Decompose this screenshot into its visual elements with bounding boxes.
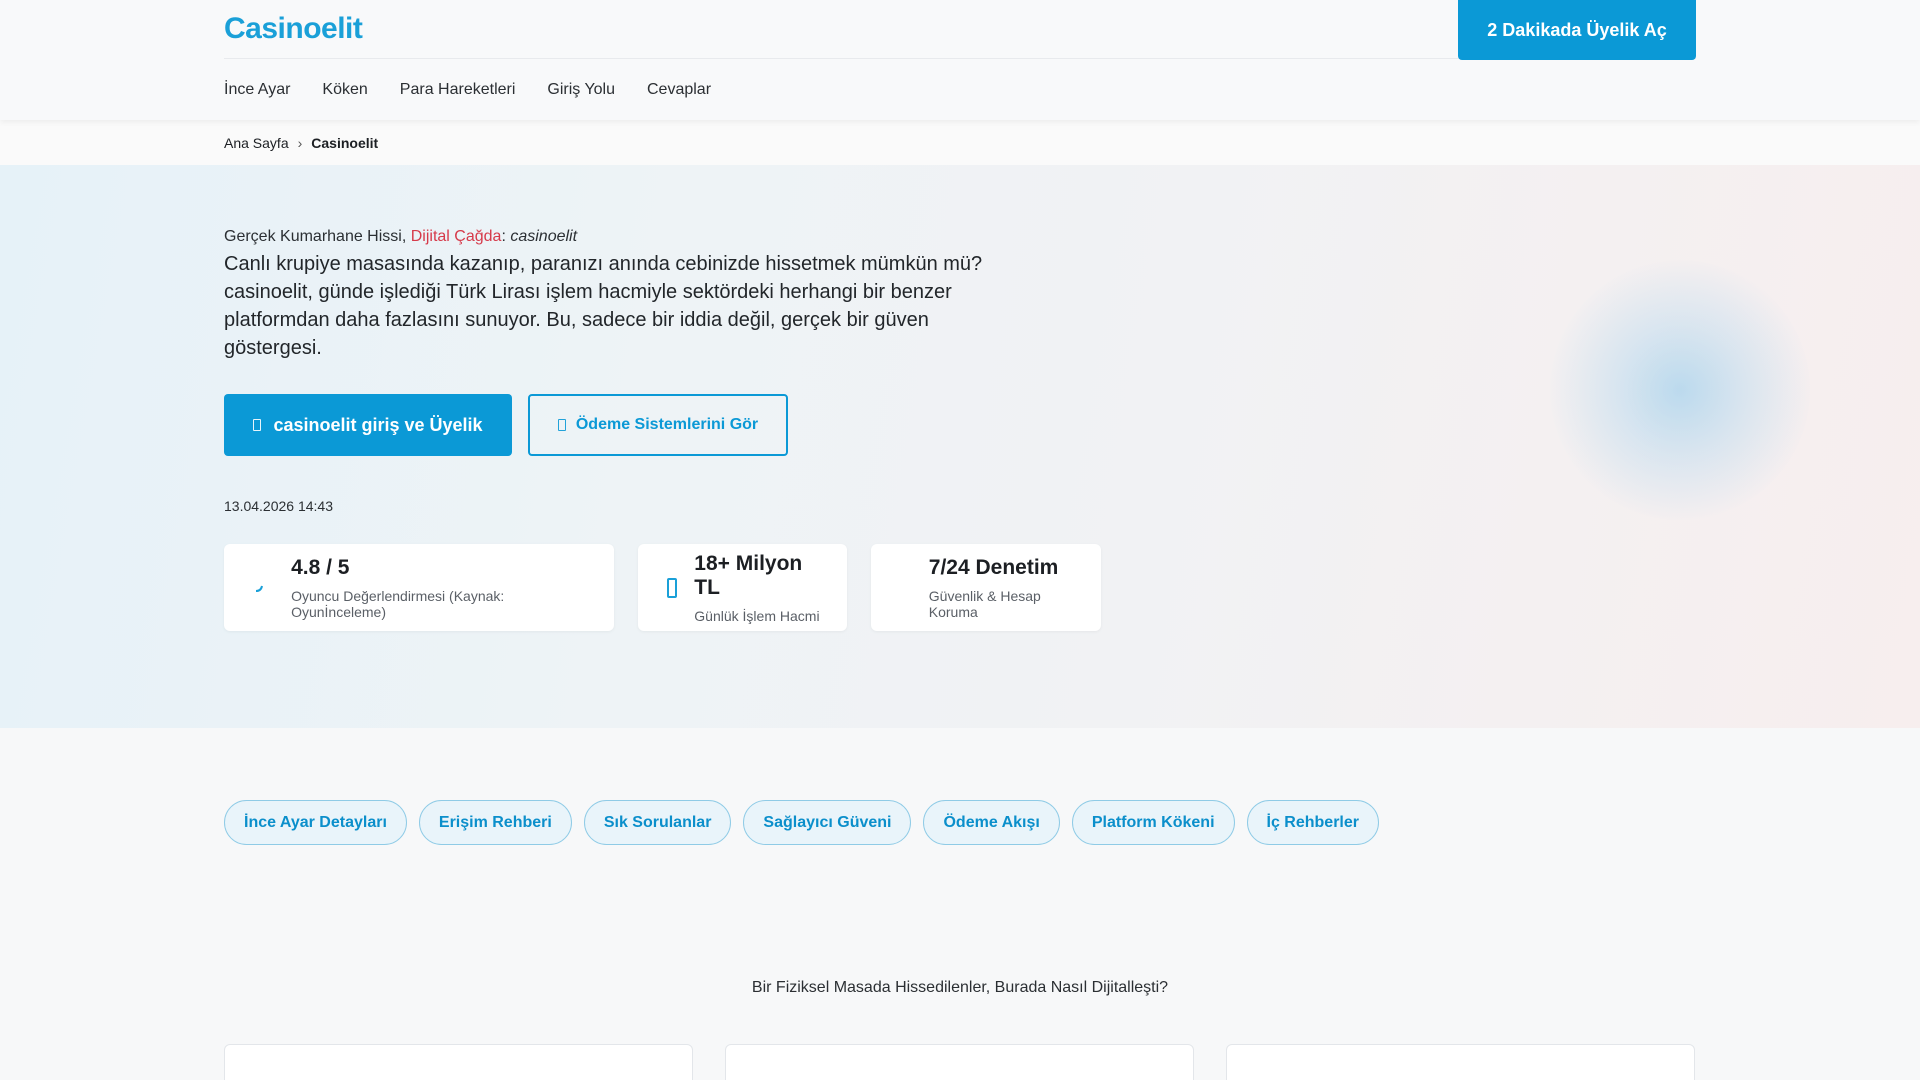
feature-card	[725, 1044, 1194, 1080]
stat-label: Güvenlik & Hesap Koruma	[928, 587, 1041, 620]
hero-section: Gerçek Kumarhane Hissi, Dijital Çağda: c…	[0, 165, 1920, 728]
stats-row: 4.8 / 5 Oyuncu Değerlendirmesi (Kaynak: …	[224, 544, 1696, 631]
feature-card	[1226, 1044, 1695, 1080]
stat-card-rating: 4.8 / 5 Oyuncu Değerlendirmesi (Kaynak: …	[224, 544, 614, 631]
login-icon	[253, 419, 262, 431]
payment-systems-label: Ödeme Sistemlerini Gör	[575, 416, 759, 433]
pill-ic-rehberler[interactable]: İç Rehberler	[1246, 800, 1379, 845]
payment-systems-button[interactable]: Ödeme Sistemlerini Gör	[528, 394, 788, 456]
pill-erisim-rehberi[interactable]: Erişim Rehberi	[418, 800, 572, 845]
login-signup-label: casinoelit giriş ve Üyelik	[273, 414, 483, 435]
pill-platform-kokeni[interactable]: Platform Kökeni	[1071, 800, 1235, 845]
pill-ince-ayar-detaylari[interactable]: İnce Ayar Detayları	[224, 800, 407, 845]
feature-cards	[224, 1044, 1696, 1080]
breadcrumb: Ana Sayfa › Casinoelit	[224, 120, 1696, 165]
stat-value: 4.8 / 5	[291, 555, 350, 579]
nav-item-ince-ayar[interactable]: İnce Ayar	[224, 81, 290, 99]
stat-value: 7/24 Denetim	[928, 555, 1059, 579]
signup-cta-button[interactable]: 2 Dakikada Üyelik Aç	[1458, 0, 1696, 60]
breadcrumb-current: Casinoelit	[311, 134, 379, 151]
stat-label: Günlük İşlem Hacmi	[694, 607, 820, 624]
brand-row: Casinoelit 2 Dakikada Üyelik Aç	[224, 0, 1696, 60]
pill-saglayici-guveni[interactable]: Sağlayıcı Güveni	[743, 800, 912, 845]
pill-odeme-akisi[interactable]: Ödeme Akışı	[923, 800, 1060, 845]
wallet-icon	[557, 419, 566, 431]
stat-label: Oyuncu Değerlendirmesi (Kaynak: Oyunİnce…	[291, 587, 505, 620]
pill-sik-sorulanlar[interactable]: Sık Sorulanlar	[583, 800, 732, 845]
stat-card-volume: 18+ Milyon TL Günlük İşlem Hacmi	[638, 544, 847, 631]
site-logo[interactable]: Casinoelit	[224, 12, 363, 46]
eyebrow-colon: :	[501, 228, 511, 245]
eyebrow-text: Gerçek Kumarhane Hissi,	[224, 228, 411, 245]
topic-pills: İnce Ayar Detayları Erişim Rehberi Sık S…	[224, 800, 1696, 845]
nav-item-giris-yolu[interactable]: Giriş Yolu	[547, 81, 615, 99]
money-icon	[662, 577, 682, 598]
breadcrumb-separator: ›	[297, 134, 303, 151]
updated-date: 13.04.2026 14:43	[224, 498, 333, 514]
nav-item-koken[interactable]: Köken	[322, 81, 367, 99]
stat-card-security: 7/24 Denetim Güvenlik & Hesap Koruma	[871, 544, 1101, 631]
site-header: Casinoelit 2 Dakikada Üyelik Aç İnce Aya…	[0, 0, 1920, 120]
eyebrow-brand: casinoelit	[510, 228, 578, 245]
feature-card	[224, 1044, 693, 1080]
rating-icon	[248, 583, 269, 593]
nav-item-para-hareketleri[interactable]: Para Hareketleri	[400, 81, 516, 99]
stat-value: 18+ Milyon TL	[694, 551, 803, 599]
eyebrow-accent: Dijital Çağda	[410, 228, 502, 245]
section-question: Bir Fiziksel Masada Hissedilenler, Burad…	[751, 979, 1169, 996]
breadcrumb-home[interactable]: Ana Sayfa	[224, 135, 289, 151]
nav-item-cevaplar[interactable]: Cevaplar	[647, 81, 711, 99]
login-signup-button[interactable]: casinoelit giriş ve Üyelik	[224, 394, 512, 456]
hero-lead: Canlı krupiye masasında kazanıp, paranız…	[224, 253, 983, 359]
main-nav: İnce Ayar Köken Para Hareketleri Giriş Y…	[224, 59, 1696, 120]
hero-eyebrow: Gerçek Kumarhane Hissi, Dijital Çağda: c…	[224, 228, 1696, 246]
hero-actions: casinoelit giriş ve Üyelik Ödeme Sisteml…	[224, 394, 1696, 456]
breadcrumb-bar: Ana Sayfa › Casinoelit	[0, 120, 1920, 165]
